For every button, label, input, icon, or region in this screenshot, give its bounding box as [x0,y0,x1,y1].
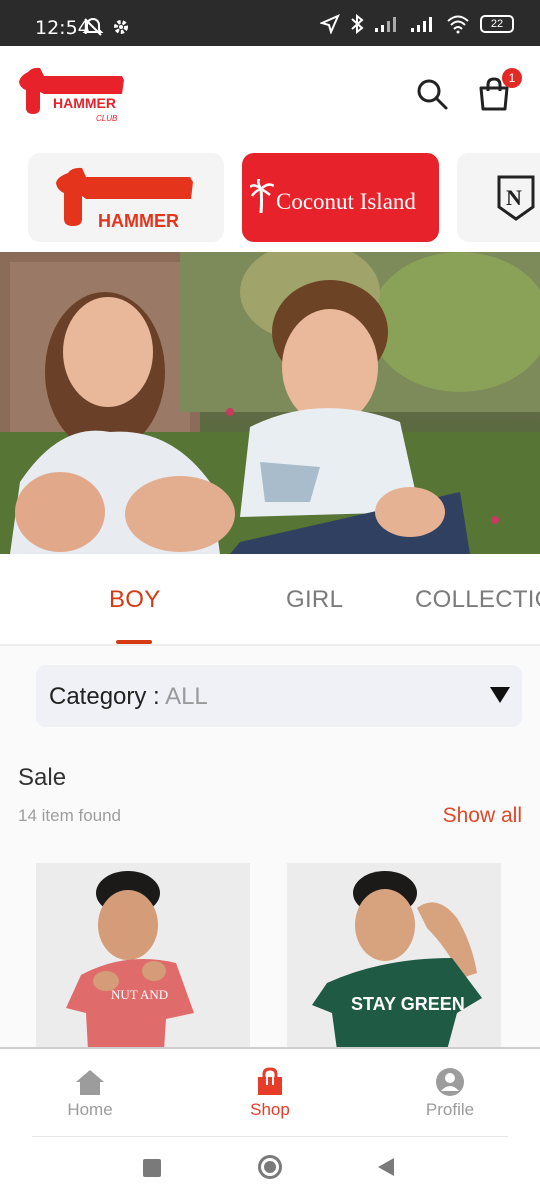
bottom-navigation: Home Shop Profile [0,1047,540,1137]
bluetooth-icon [351,14,364,34]
settings-icon [114,20,128,34]
category-dropdown[interactable]: Category : ALL [36,665,522,727]
hammer-club-logo[interactable]: HAMMER CLUB [18,66,126,126]
product-image: STAY GREEN [287,863,501,1050]
dropdown-arrow-icon[interactable] [490,687,510,703]
profile-icon [436,1068,464,1096]
home-button-icon[interactable] [258,1155,282,1179]
nav-shop-label: Shop [250,1100,290,1119]
hammer-brand-logo: HAMMER [56,167,193,231]
svg-text:HAMMER: HAMMER [98,211,179,231]
brand-card-n[interactable]: N [457,153,540,242]
search-icon[interactable] [414,76,450,112]
brand-carousel[interactable]: HAMMER Coconut Island N [0,146,540,252]
svg-text:STAY GREEN: STAY GREEN [351,994,465,1014]
active-tab-indicator [116,640,152,644]
brand-card-hammer[interactable]: HAMMER [28,153,224,242]
back-icon[interactable] [378,1158,394,1176]
category-section: Category : ALL [0,646,540,744]
gender-tabs: BOY GIRL COLLECTIO [0,554,540,646]
wifi-icon [447,15,469,34]
status-bar: 12:54 22 [0,0,540,46]
product-card[interactable]: NUT AND [36,863,250,1050]
nav-home-label: Home [67,1100,113,1119]
sale-title: Sale [18,764,67,791]
palm-tree-icon [250,179,274,214]
tab-girl[interactable]: GIRL [286,586,343,614]
cart-count-badge: 1 [502,68,522,88]
nav-profile[interactable]: Profile [400,1067,500,1120]
nav-shop[interactable]: Shop [220,1067,320,1120]
nav-profile-label: Profile [425,1100,475,1119]
n-shield-logo: N [497,175,535,221]
svg-text:N: N [506,185,522,210]
category-value: ALL [165,683,208,710]
signal-icon [411,17,432,32]
category-label: Category : ALL [49,683,208,710]
app-header: HAMMER CLUB 1 [0,46,540,146]
shop-icon [258,1067,282,1095]
recent-apps-icon[interactable] [143,1159,161,1177]
location-icon [320,14,340,34]
battery-indicator: 22 [480,15,514,33]
signal-icon [375,17,396,32]
tab-boy[interactable]: BOY [109,586,161,614]
hero-banner-image[interactable] [0,252,540,554]
product-card[interactable]: STAY GREEN [287,863,501,1050]
show-all-link[interactable]: Show all [443,804,522,828]
tab-collection[interactable]: COLLECTIO [415,586,540,614]
brand-coconut-label: Coconut Island [276,189,416,214]
svg-text:NUT AND: NUT AND [111,987,168,1002]
mute-alarm-icon [82,17,104,36]
home-icon [76,1070,104,1095]
brand-card-coconut-island[interactable]: Coconut Island [242,153,439,242]
svg-text:HAMMER: HAMMER [53,95,116,111]
nav-home[interactable]: Home [40,1067,140,1120]
sale-section: Sale 14 item found Show all NUT AND STAY… [0,744,540,1050]
system-navigation-bar [0,1137,540,1200]
product-image: NUT AND [36,863,250,1050]
sale-item-count: 14 item found [18,806,122,825]
svg-text:CLUB: CLUB [96,114,118,123]
